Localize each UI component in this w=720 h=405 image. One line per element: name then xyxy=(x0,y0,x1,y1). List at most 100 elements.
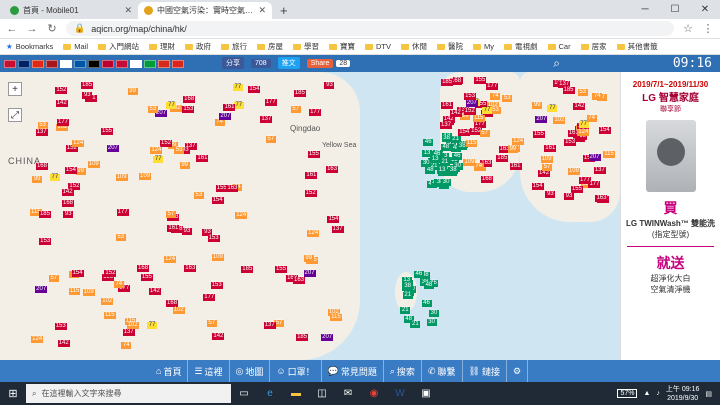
taskbar-search[interactable]: ⌕ 在這裡輸入文字來搜尋 xyxy=(26,384,231,403)
language-flag-icon[interactable] xyxy=(144,59,156,68)
aqi-marker[interactable]: 57 xyxy=(165,210,176,218)
aqi-marker[interactable]: 124 xyxy=(307,229,320,237)
aqi-marker[interactable]: 57 xyxy=(48,274,59,282)
bookmark-item[interactable]: 房屋 xyxy=(257,41,283,52)
aqi-marker[interactable]: 161 xyxy=(509,163,522,171)
aqi-marker[interactable]: 168 xyxy=(166,299,179,307)
notification-icon[interactable]: ▤ xyxy=(705,390,712,398)
maximize-icon[interactable]: ☐ xyxy=(660,0,690,19)
aqi-marker[interactable]: 46 xyxy=(452,152,463,160)
word-icon[interactable]: W xyxy=(387,382,413,405)
aqi-marker[interactable]: 155 xyxy=(532,130,545,138)
language-flag-icon[interactable] xyxy=(158,59,170,68)
browser-tab-mobile01[interactable]: 首頁 - Mobile01 ✕ xyxy=(4,2,138,19)
aqi-marker[interactable]: 177 xyxy=(203,293,216,301)
bookmark-item[interactable]: 理財 xyxy=(149,41,175,52)
language-flag-icon[interactable] xyxy=(74,59,86,68)
aqi-marker[interactable]: 154 xyxy=(64,167,77,175)
aqi-marker[interactable]: 99 xyxy=(75,167,86,175)
aqi-marker[interactable]: 161 xyxy=(305,171,318,179)
aqi-marker[interactable]: 177 xyxy=(116,208,129,216)
aqi-marker[interactable]: 153 xyxy=(207,235,220,243)
language-flag-icon[interactable] xyxy=(102,59,114,68)
aqi-marker[interactable]: 38 xyxy=(402,283,413,291)
aqi-marker[interactable]: 185 xyxy=(562,87,575,95)
tab-close-icon[interactable]: ✕ xyxy=(258,5,266,16)
language-flag-icon[interactable] xyxy=(116,59,128,68)
aqi-marker[interactable]: 38 xyxy=(448,166,459,174)
aqi-marker[interactable]: 124 xyxy=(577,128,590,136)
aqi-marker[interactable]: 21 xyxy=(400,307,411,315)
aqi-marker[interactable]: 93 xyxy=(82,91,93,99)
reload-icon[interactable]: ↻ xyxy=(46,22,58,35)
aqi-marker[interactable]: 124 xyxy=(72,140,85,148)
aqi-marker[interactable]: 109 xyxy=(82,288,95,296)
aqi-marker[interactable]: 153 xyxy=(210,282,223,290)
aqi-marker[interactable]: 77 xyxy=(153,155,164,163)
aqi-marker[interactable]: 115 xyxy=(330,314,342,322)
language-flag-icon[interactable] xyxy=(88,59,100,68)
aqi-marker[interactable]: 177 xyxy=(264,99,277,107)
aqi-marker[interactable]: 57 xyxy=(290,106,301,114)
language-flag-icon[interactable] xyxy=(4,59,16,68)
aqi-marker[interactable]: 74 xyxy=(586,115,597,123)
bottom-nav-item[interactable]: ⌕ 搜索 xyxy=(384,360,422,382)
aqi-marker[interactable]: 154 xyxy=(71,270,84,278)
file-explorer-icon[interactable]: ▬ xyxy=(283,382,309,405)
aqi-marker[interactable]: 155 xyxy=(570,185,583,193)
bottom-nav-item[interactable]: ⛓ 鏈接 xyxy=(463,360,507,382)
volume-icon[interactable]: ♪ xyxy=(656,390,660,397)
aqi-marker[interactable]: 185 xyxy=(38,211,51,219)
aqi-marker[interactable]: 13 xyxy=(430,155,441,163)
aqi-marker[interactable]: 46 xyxy=(421,300,432,308)
aqi-marker[interactable]: 137 xyxy=(593,167,606,175)
aqi-marker[interactable]: 21 xyxy=(402,291,413,299)
bookmark-item[interactable]: 政府 xyxy=(185,41,211,52)
aqi-marker[interactable]: 161 xyxy=(223,104,236,112)
aqi-marker[interactable]: 57 xyxy=(265,136,276,144)
chrome-icon[interactable]: ◉ xyxy=(361,382,387,405)
aqi-marker[interactable]: 153 xyxy=(564,138,577,146)
bookmark-item[interactable]: Car xyxy=(547,42,571,51)
aqi-marker[interactable]: 109 xyxy=(567,168,580,176)
aqi-marker[interactable]: 152 xyxy=(55,87,68,95)
aqi-marker[interactable]: 124 xyxy=(164,256,177,264)
aqi-marker[interactable]: 163 xyxy=(184,264,197,272)
aqi-marker[interactable]: 99 xyxy=(127,87,138,95)
aqi-marker[interactable]: 74 xyxy=(490,92,501,100)
aqi-marker[interactable]: 109 xyxy=(540,155,553,163)
aqi-marker[interactable]: 30 xyxy=(428,309,439,317)
aqi-marker[interactable]: 115 xyxy=(68,288,81,296)
url-field[interactable]: 🔒 aqicn.org/map/china/hk/ xyxy=(66,21,674,36)
aqi-marker[interactable]: 53 xyxy=(577,88,588,96)
aqi-marker[interactable]: 161 xyxy=(196,154,209,162)
aqi-marker[interactable]: 155 xyxy=(274,266,287,274)
aqi-marker[interactable]: 177 xyxy=(56,118,69,126)
aqi-marker[interactable]: 74 xyxy=(214,119,225,127)
aqi-marker[interactable]: 177 xyxy=(588,181,601,189)
aqi-marker[interactable]: 53 xyxy=(174,147,185,155)
aqi-marker[interactable]: 185 xyxy=(81,82,94,90)
aqi-marker[interactable]: 53 xyxy=(502,94,513,102)
aqi-marker[interactable]: 137 xyxy=(35,129,48,137)
taskbar-clock[interactable]: 上午 09:16 2019/9/30 xyxy=(666,385,699,403)
aqi-marker[interactable]: 115 xyxy=(472,114,485,122)
aqi-marker[interactable]: 177 xyxy=(486,83,499,91)
aqi-marker[interactable]: 185 xyxy=(293,89,306,97)
aqi-marker[interactable]: 207 xyxy=(35,286,48,294)
bookmark-item[interactable]: 其他書籤 xyxy=(616,41,658,52)
aqi-marker[interactable]: 99 xyxy=(532,102,543,110)
bookmark-item[interactable]: 寶寶 xyxy=(329,41,355,52)
tab-close-icon[interactable]: ✕ xyxy=(124,5,132,16)
bookmark-item[interactable]: 居家 xyxy=(580,41,607,52)
aqi-marker[interactable]: 48 xyxy=(440,143,451,151)
forward-icon[interactable]: → xyxy=(26,23,38,35)
aqi-marker[interactable]: 137 xyxy=(263,322,276,330)
aqi-marker[interactable]: 185 xyxy=(441,79,454,87)
aqi-marker[interactable]: 185 xyxy=(241,265,254,273)
aqi-marker[interactable]: 109 xyxy=(463,158,476,166)
aqi-marker[interactable]: 177 xyxy=(473,120,486,128)
aqi-marker[interactable]: 77 xyxy=(547,105,558,113)
aqi-marker[interactable]: 102 xyxy=(126,321,139,329)
battery-indicator[interactable]: 57% xyxy=(617,389,638,398)
